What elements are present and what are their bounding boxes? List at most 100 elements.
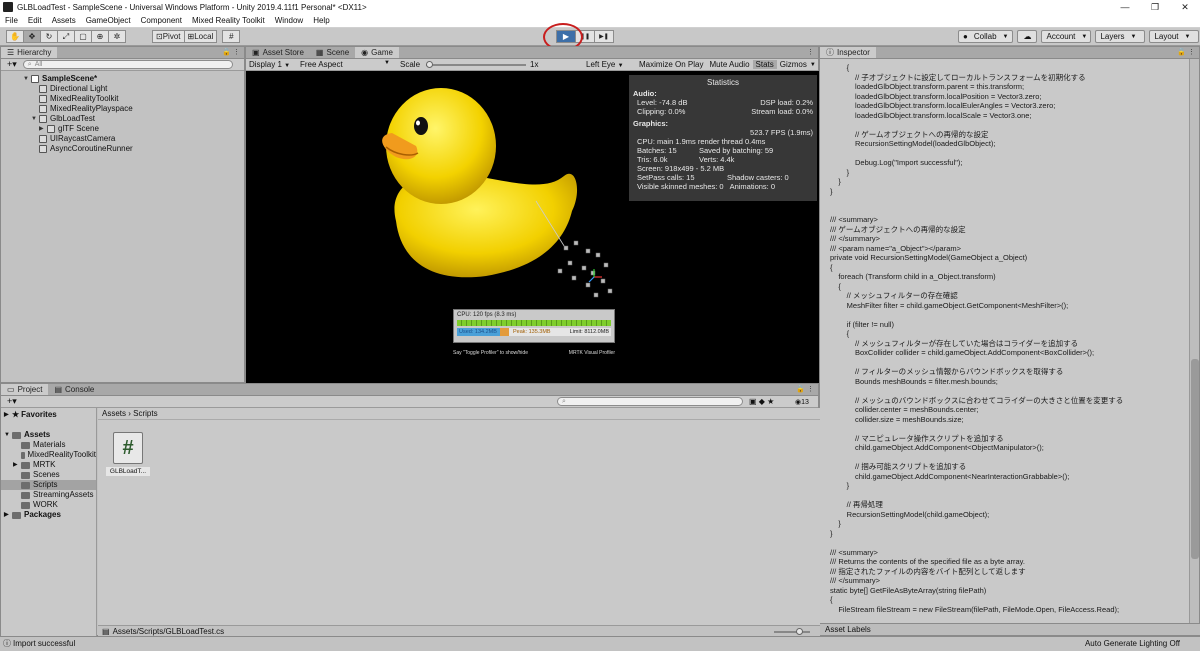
tab-game[interactable]: ◉ Game <box>355 47 399 58</box>
tab-project[interactable]: ▭ Project <box>1 384 49 395</box>
aspect-dropdown[interactable]: Free Aspect ▼ <box>294 60 394 69</box>
shadow-casters: Shadow casters: 0 <box>727 173 789 182</box>
layout-dropdown[interactable]: Layout ▼ <box>1149 30 1200 43</box>
tab-hierarchy[interactable]: ☰ Hierarchy <box>1 47 58 58</box>
menu-file[interactable]: File <box>0 14 23 28</box>
hand-tool-button[interactable]: ✋ <box>6 30 24 43</box>
icon-size-slider[interactable] <box>774 628 810 635</box>
window-title: GLBLoadTest - SampleScene - Universal Wi… <box>17 2 367 12</box>
lighting-status[interactable]: Auto Generate Lighting Off <box>1085 637 1180 651</box>
eye-dropdown[interactable]: Left Eye ▼ <box>586 60 636 69</box>
hierarchy-item[interactable]: ▶ glTF Scene <box>23 124 244 134</box>
grid-snap-button[interactable]: # <box>222 30 241 43</box>
chevron-down-icon: ▼ <box>617 63 624 69</box>
hierarchy-item[interactable]: MixedRealityToolkit <box>23 94 244 104</box>
rect-tool-button[interactable]: ▢ <box>74 30 92 43</box>
scale-slider[interactable] <box>426 60 527 70</box>
pivot-toggle[interactable]: ⊡ Pivot <box>152 30 185 43</box>
maximize-on-play-toggle[interactable]: Maximize On Play <box>636 60 706 69</box>
folder-item[interactable]: WORK <box>1 500 96 510</box>
menu-edit[interactable]: Edit <box>23 14 47 28</box>
transform-tool-button[interactable]: ⊕ <box>91 30 109 43</box>
folder-item-selected[interactable]: Scripts <box>1 480 96 490</box>
hierarchy-search-input[interactable]: ⌕ All <box>22 60 233 69</box>
hierarchy-item[interactable]: AsyncCoroutineRunner <box>23 144 244 154</box>
csharp-script-icon[interactable]: # <box>113 432 143 464</box>
step-button[interactable]: ▶❚ <box>594 30 614 43</box>
folder-item[interactable]: Materials <box>1 440 96 450</box>
local-toggle[interactable]: ⊞ Local <box>183 30 218 43</box>
game-viewport[interactable]: Statistics Audio: Level: -74.8 dB DSP loa… <box>246 71 820 384</box>
chevron-down-icon[interactable]: ▼ <box>810 62 816 68</box>
step-icon: ▶❚ <box>599 34 609 40</box>
gizmos-dropdown[interactable]: Gizmos <box>777 60 810 69</box>
profiler-limit: Limit: 8112.0MB <box>569 329 609 335</box>
minimize-button[interactable]: — <box>1110 0 1140 14</box>
scale-tool-button[interactable]: ⤢ <box>57 30 75 43</box>
tab-console-label: Console <box>65 384 95 394</box>
folder-item[interactable]: StreamingAssets <box>1 490 96 500</box>
slider-handle[interactable] <box>426 60 434 68</box>
packages-root[interactable]: ▶ Packages <box>1 510 96 520</box>
pause-button[interactable]: ❚❚ <box>575 30 595 43</box>
cloud-button[interactable]: ☁ <box>1017 30 1038 43</box>
tab-asset-store[interactable]: ▣ Asset Store <box>246 47 310 58</box>
move-tool-button[interactable]: ✥ <box>23 30 41 43</box>
tab-console[interactable]: ▤ Console <box>48 384 100 395</box>
info-icon: ⓘ <box>826 47 834 57</box>
tab-inspector[interactable]: ⓘ Inspector <box>820 47 876 58</box>
display-dropdown[interactable]: Display 1 ▼ <box>246 60 294 69</box>
filter-icons[interactable]: ▣ ◆ ★ <box>749 397 774 406</box>
menu-assets[interactable]: Assets <box>47 14 81 28</box>
inspector-scrollbar[interactable] <box>1189 59 1199 624</box>
gameobject-icon <box>47 125 55 133</box>
create-asset-button[interactable]: +▾ <box>1 396 23 407</box>
project-folder-tree: ▶ ★ Favorites ▼ Assets Materials MixedReali… <box>1 408 97 637</box>
panel-menu-icon[interactable]: ⋮ <box>807 47 814 59</box>
folder-item[interactable]: MixedRealityToolkit <box>1 450 96 460</box>
collapse-arrow-icon[interactable]: ▶ <box>39 124 47 134</box>
project-search-input[interactable]: ⌕ <box>557 397 743 406</box>
custom-tool-button[interactable]: ✲ <box>108 30 126 43</box>
folder-item[interactable]: Scenes <box>1 470 96 480</box>
lock-menu-icon[interactable]: 🔒 ⋮ <box>222 47 240 59</box>
maximize-button[interactable]: ❐ <box>1140 0 1170 14</box>
menu-component[interactable]: Component <box>136 14 187 28</box>
hierarchy-item[interactable]: ▼ GlbLoadTest <box>23 114 244 124</box>
menu-window[interactable]: Window <box>270 14 308 28</box>
menu-mixed-reality-toolkit[interactable]: Mixed Reality Toolkit <box>187 14 270 28</box>
hierarchy-item[interactable]: Directional Light <box>23 84 244 94</box>
favorites-section[interactable]: ▶ ★ Favorites <box>1 410 96 420</box>
stats-toggle[interactable]: Stats <box>752 60 777 69</box>
folder-label: MixedRealityToolkit <box>27 450 96 459</box>
breadcrumb[interactable]: Assets › Scripts <box>98 408 820 420</box>
hierarchy-item[interactable]: UIRaycastCamera <box>23 134 244 144</box>
collab-dropdown[interactable]: ● Collab ▼ <box>958 30 1014 43</box>
file-label[interactable]: GLBLoadT... <box>106 467 150 476</box>
scene-root[interactable]: ▼ SampleScene* <box>23 74 244 84</box>
hierarchy-item[interactable]: MixedRealityPlayspace <box>23 104 244 114</box>
assets-root[interactable]: ▼ Assets <box>1 430 96 440</box>
expand-arrow-icon[interactable]: ▼ <box>31 114 39 124</box>
slider-handle[interactable] <box>796 628 803 635</box>
folder-label: WORK <box>33 500 58 509</box>
rotate-tool-button[interactable]: ↻ <box>40 30 58 43</box>
lock-menu-icon[interactable]: 🔒 ⋮ <box>796 384 814 396</box>
layers-dropdown[interactable]: Layers ▼ <box>1095 30 1146 43</box>
mute-audio-toggle[interactable]: Mute Audio <box>706 60 752 69</box>
tab-scene[interactable]: ▦ Scene <box>310 47 355 58</box>
close-button[interactable]: ✕ <box>1170 0 1200 14</box>
account-dropdown[interactable]: Account ▼ <box>1041 30 1092 43</box>
create-button[interactable]: +▾ <box>1 59 23 70</box>
status-message[interactable]: Import successful <box>13 637 75 651</box>
audio-clipping: Clipping: 0.0% <box>637 107 686 116</box>
asset-labels-header[interactable]: Asset Labels <box>820 623 1200 635</box>
folder-item[interactable]: ▶ MRTK <box>1 460 96 470</box>
scrollbar-thumb[interactable] <box>1191 359 1199 559</box>
menu-gameobject[interactable]: GameObject <box>81 14 136 28</box>
profiler-fps-bar <box>457 320 611 326</box>
menu-help[interactable]: Help <box>308 14 334 28</box>
hidden-packages-toggle[interactable]: ◉13 <box>795 398 809 406</box>
lock-menu-icon[interactable]: 🔒 ⋮ <box>1177 47 1195 59</box>
play-button[interactable]: ▶ <box>556 30 576 43</box>
